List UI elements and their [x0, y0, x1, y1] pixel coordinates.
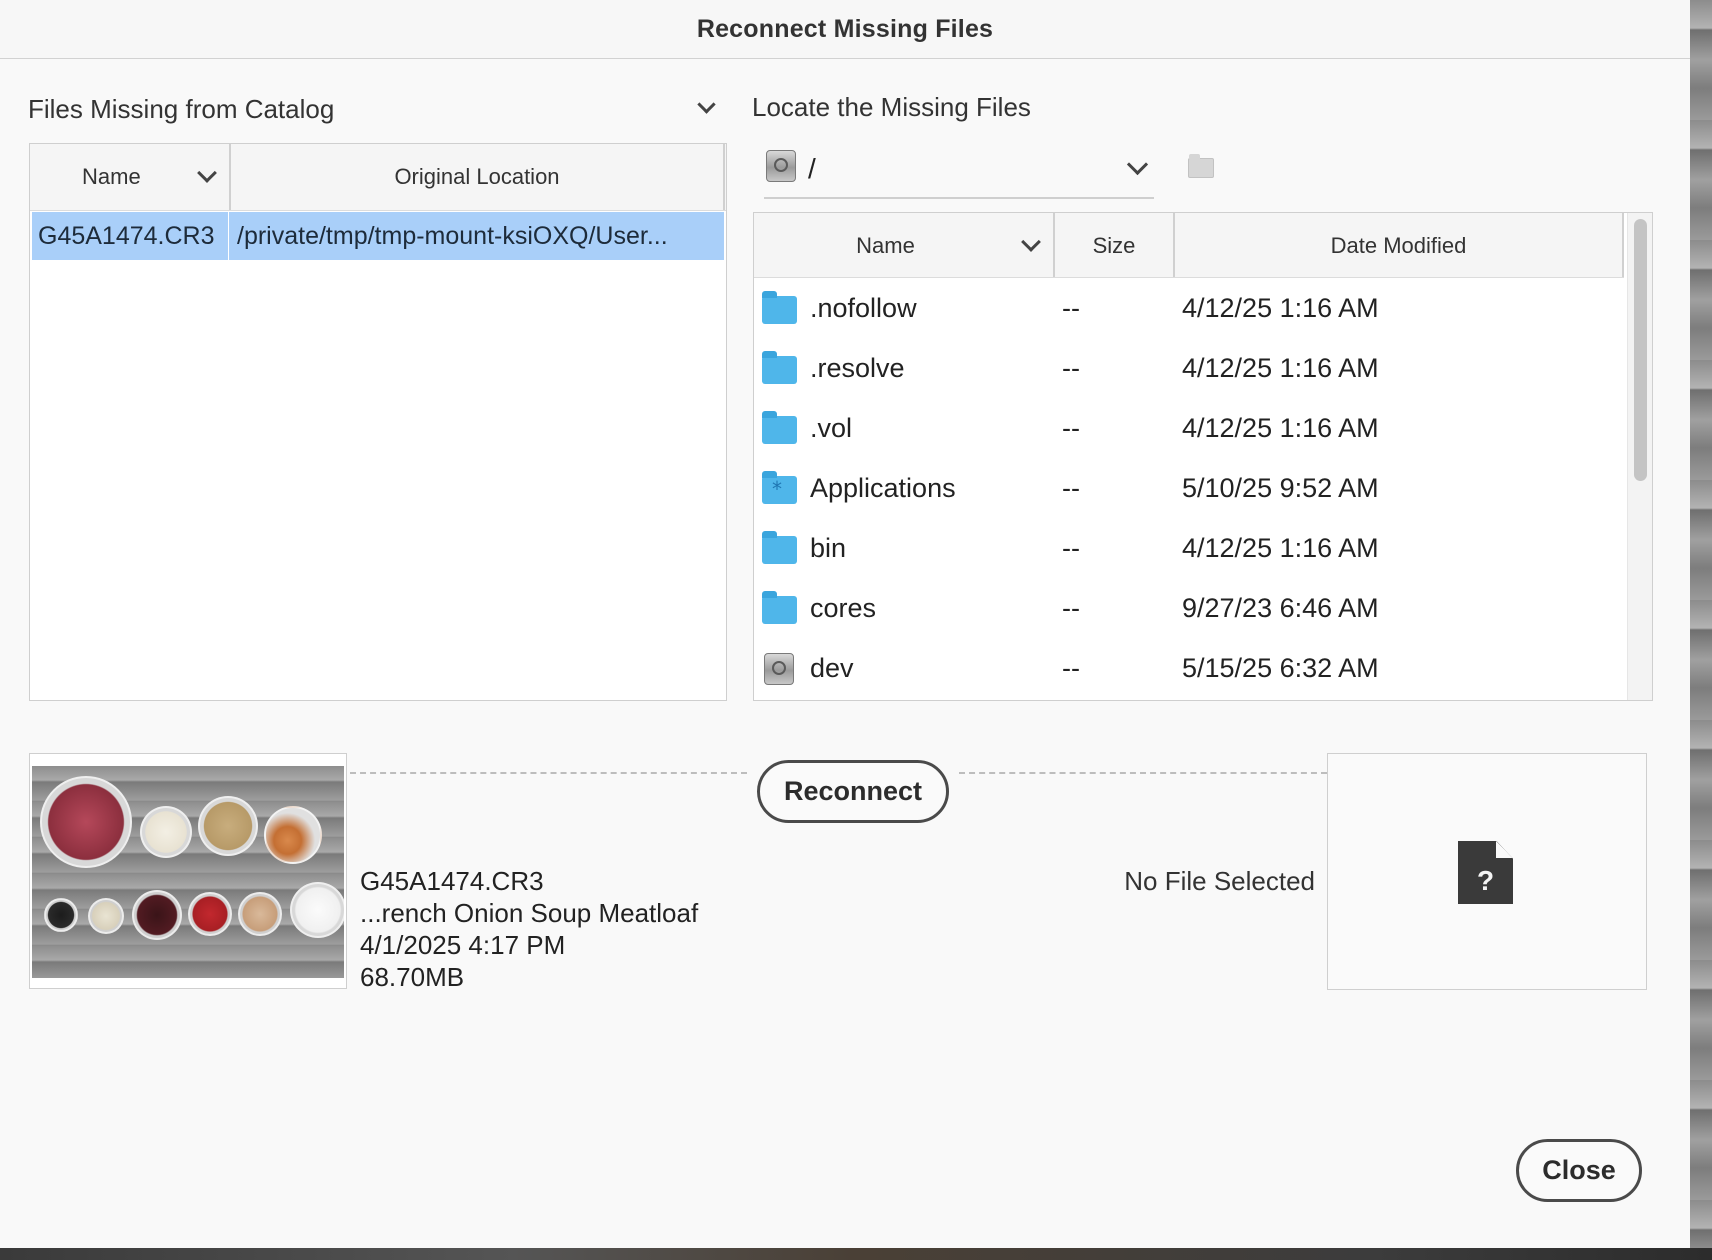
chevron-down-icon[interactable] — [1126, 153, 1149, 176]
file-name: Applications — [810, 473, 956, 503]
current-path: / — [808, 153, 816, 184]
column-header-name-label: Name — [82, 164, 141, 189]
file-size: -- — [1062, 473, 1080, 503]
missing-file-info-name: G45A1474.CR3 — [360, 866, 544, 896]
column-header-date-modified[interactable]: Date Modified — [1175, 213, 1624, 277]
file-row[interactable]: .vol -- 4/12/25 1:16 AM — [754, 399, 1624, 459]
column-header-name-label: Name — [856, 233, 915, 258]
file-browser-table: Name Size Date Modified .nofollow -- 4/1… — [753, 212, 1653, 701]
dialog-titlebar: Reconnect Missing Files — [0, 0, 1690, 59]
file-browser-scrollbar[interactable] — [1627, 213, 1652, 700]
missing-file-info-size: 68.70MB — [360, 962, 465, 992]
missing-file-name: G45A1474.CR3 — [38, 222, 215, 250]
thumbnail-bowl — [40, 776, 132, 868]
file-row[interactable]: Applications -- 5/10/25 9:52 AM — [754, 459, 1624, 519]
file-date: 4/12/25 1:16 AM — [1182, 533, 1379, 563]
file-browser-header: Name Size Date Modified — [754, 213, 1624, 278]
file-row[interactable]: bin -- 4/12/25 1:16 AM — [754, 519, 1624, 579]
file-row[interactable]: .nofollow -- 4/12/25 1:16 AM — [754, 279, 1624, 339]
file-size: -- — [1062, 593, 1080, 623]
file-date: 9/27/23 6:46 AM — [1182, 593, 1379, 623]
file-name: .resolve — [810, 353, 905, 383]
missing-file-info-date: 4/1/2025 4:17 PM — [360, 930, 566, 960]
missing-files-table: Name Original Location G45A1474.CR3 /pri… — [29, 143, 727, 701]
applications-folder-icon — [762, 471, 797, 504]
path-dropdown[interactable]: / — [764, 147, 1154, 199]
missing-file-location: /private/tmp/tmp-mount-ksiOXQ/User... — [237, 222, 668, 250]
file-name: bin — [810, 533, 847, 563]
missing-file-row[interactable]: G45A1474.CR3 /private/tmp/tmp-mount-ksiO… — [32, 212, 724, 260]
file-date: 4/12/25 1:16 AM — [1182, 293, 1379, 323]
thumbnail-bowl — [238, 892, 282, 936]
thumbnail-bowl — [188, 892, 232, 936]
file-row[interactable]: cores -- 9/27/23 6:46 AM — [754, 579, 1624, 639]
close-button[interactable]: Close — [1516, 1139, 1642, 1202]
reconnect-dialog: Reconnect Missing Files Files Missing fr… — [0, 0, 1690, 1248]
column-header-name[interactable]: Name — [30, 144, 231, 210]
missing-file-thumbnail — [32, 766, 344, 978]
thumbnail-bowl — [44, 898, 78, 932]
missing-file-name-cell: G45A1474.CR3 — [32, 212, 229, 260]
missing-files-table-header: Name Original Location — [30, 144, 726, 211]
file-size: -- — [1062, 293, 1080, 323]
folder-icon — [762, 411, 797, 444]
file-size: -- — [1062, 413, 1080, 443]
disk-icon — [764, 653, 794, 685]
file-name: dev — [810, 653, 854, 683]
file-date: 5/10/25 9:52 AM — [1182, 473, 1379, 503]
file-name: cores — [810, 593, 877, 623]
folder-icon — [762, 591, 797, 624]
column-header-size[interactable]: Size — [1055, 213, 1175, 277]
missing-file-info-folder: ...rench Onion Soup Meatloaf — [360, 898, 699, 928]
thumbnail-bowl — [132, 890, 182, 940]
column-header-date-label: Date Modified — [1330, 233, 1467, 258]
locate-files-label: Locate the Missing Files — [752, 92, 1031, 122]
unknown-file-icon: ? — [1458, 841, 1513, 904]
missing-file-thumbnail-frame — [29, 753, 347, 989]
connector-line-right — [959, 772, 1327, 774]
target-status: No File Selected — [1124, 866, 1315, 896]
disk-icon — [766, 150, 796, 182]
desktop-background — [1690, 0, 1712, 1260]
connector-line-left — [350, 772, 747, 774]
folder-icon — [762, 531, 797, 564]
column-header-original-location[interactable]: Original Location — [231, 144, 725, 210]
folder-icon — [762, 351, 797, 384]
scrollbar-thumb[interactable] — [1634, 219, 1647, 481]
file-name: .vol — [810, 413, 853, 443]
column-header-size-label: Size — [1092, 233, 1136, 258]
file-size: -- — [1062, 533, 1080, 563]
column-header-location-label: Original Location — [394, 164, 560, 189]
reconnect-button[interactable]: Reconnect — [757, 760, 949, 823]
thumbnail-bowl — [88, 898, 124, 934]
sort-chevron-down-icon[interactable] — [1021, 232, 1041, 252]
thumbnail-bowl — [264, 806, 322, 864]
target-preview-frame: ? — [1327, 753, 1647, 990]
missing-files-label: Files Missing from Catalog — [28, 94, 335, 124]
column-header-name[interactable]: Name — [754, 213, 1055, 277]
file-row[interactable]: .resolve -- 4/12/25 1:16 AM — [754, 339, 1624, 399]
file-name: .nofollow — [810, 293, 917, 323]
file-size: -- — [1062, 653, 1080, 683]
thumbnail-bowl — [198, 796, 258, 856]
dialog-title: Reconnect Missing Files — [696, 14, 994, 43]
file-size: -- — [1062, 353, 1080, 383]
missing-files-dropdown-chevron-icon[interactable] — [697, 95, 716, 114]
thumbnail-bowl — [140, 806, 192, 858]
folder-icon — [762, 291, 797, 324]
thumbnail-bowl — [290, 882, 344, 938]
file-date: 4/12/25 1:16 AM — [1182, 413, 1379, 443]
parent-folder-icon[interactable] — [1188, 154, 1214, 178]
file-date: 5/15/25 6:32 AM — [1182, 653, 1379, 683]
sort-chevron-down-icon[interactable] — [197, 163, 217, 183]
desktop-background-bottom — [0, 1248, 1712, 1260]
file-row[interactable]: dev -- 5/15/25 6:32 AM — [754, 639, 1624, 699]
file-date: 4/12/25 1:16 AM — [1182, 353, 1379, 383]
